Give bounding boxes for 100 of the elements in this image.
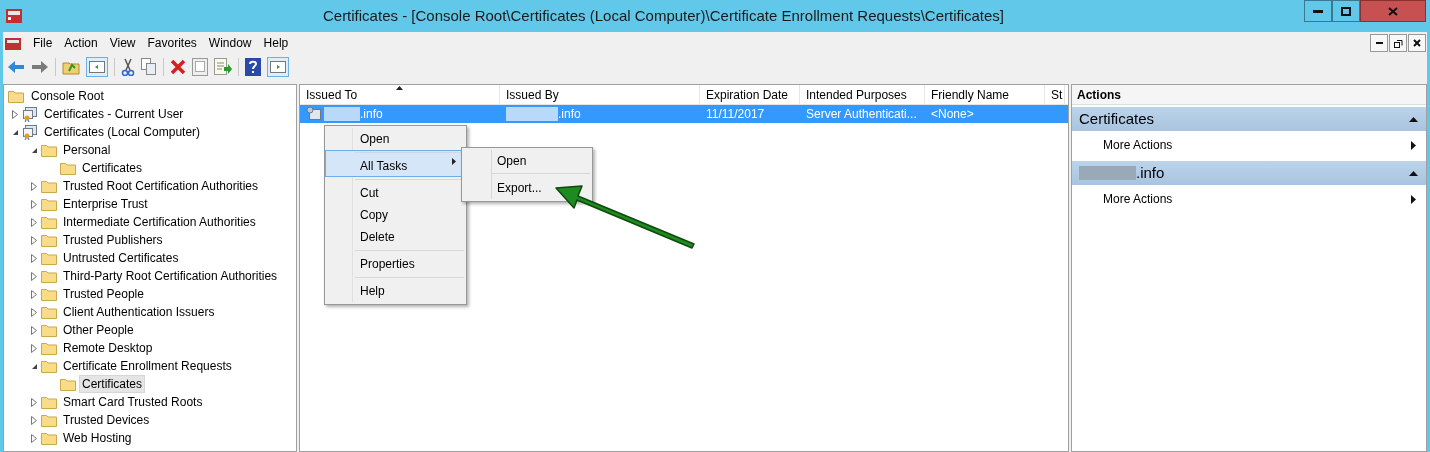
expand-arrow-icon[interactable] [31,325,37,335]
action-link[interactable]: More Actions [1103,190,1173,208]
expand-arrow-icon[interactable] [31,253,37,263]
console-icon[interactable] [5,35,21,51]
collapse-arrow-icon[interactable] [30,146,38,154]
tree-item[interactable]: Third-Party Root Certification Authorities [60,267,281,285]
expand-arrow-icon[interactable] [31,217,37,227]
submenu-arrow-icon [452,158,456,165]
close-icon [1388,6,1398,16]
scissors-icon[interactable] [121,58,135,76]
menu-option[interactable]: Help [325,275,466,302]
menu-item[interactable]: Favorites [141,34,203,52]
tree-item[interactable]: Certificates [79,159,146,177]
window-title: Certificates - [Console Root\Certificates (Local Computer)\Certificate Enrollment Requests\Certificates] [321,5,1006,26]
column-header[interactable]: Friendly Name [925,85,1045,104]
folder-icon [41,215,57,229]
redaction-block [1079,166,1136,180]
restore-button[interactable] [1389,34,1407,52]
expand-arrow-icon[interactable] [31,415,37,425]
folder-icon [60,161,76,175]
expand-arrow-icon[interactable] [31,343,37,353]
tree-item[interactable]: Smart Card Trusted Roots [60,393,206,411]
collapse-arrow-icon[interactable] [11,128,19,136]
copy-icon[interactable] [141,58,157,76]
export-list-icon[interactable] [214,58,232,76]
folder-icon [41,413,57,427]
tree-item[interactable]: Console Root [29,87,106,105]
menu-option[interactable]: Properties [325,248,466,275]
help-icon[interactable] [245,58,261,76]
expand-arrow-icon[interactable] [31,433,37,443]
folder-icon [41,395,57,409]
tree-item[interactable]: Trusted People [60,285,147,303]
menu-item[interactable]: Help [257,34,295,52]
forward-arrow-icon[interactable] [31,60,49,74]
folder-icon [41,431,57,445]
restore-icon [1393,38,1403,48]
tree-item[interactable]: Web Hosting [60,429,135,447]
tree-item[interactable]: Certificates [79,375,146,393]
maximize-button[interactable] [1332,0,1360,22]
column-header[interactable]: Intended Purposes [800,85,925,104]
column-header[interactable]: Issued To [300,85,500,104]
delete-icon[interactable] [170,59,186,75]
table-cell-text: .info [360,106,383,123]
folder-icon [41,251,57,265]
tree-item[interactable]: Certificates (Local Computer) [41,123,204,141]
column-header[interactable]: St [1045,85,1065,104]
folder-icon [41,197,57,211]
folder-icon [41,179,57,193]
tree-item[interactable]: Client Authentication Issuers [60,303,218,321]
tree-item[interactable]: Trusted Devices [60,411,153,429]
menu-item[interactable]: File [27,34,59,52]
properties-icon[interactable] [192,58,208,76]
tree-item[interactable]: Remote Desktop [60,339,156,357]
action-link[interactable]: More Actions [1103,136,1173,154]
show-action-pane-icon[interactable] [267,57,289,77]
minimize-icon [1313,9,1323,13]
expand-arrow-icon[interactable] [31,199,37,209]
expand-arrow-icon[interactable] [31,271,37,281]
expand-arrow-icon[interactable] [31,235,37,245]
tree-item[interactable]: Certificate Enrollment Requests [60,357,235,375]
column-header[interactable]: Issued By [500,85,700,104]
section-title: .info [1136,162,1165,183]
tree-item[interactable]: Trusted Publishers [60,231,166,249]
expand-arrow-icon[interactable] [12,109,18,119]
expand-arrow-icon[interactable] [31,181,37,191]
actions-header: Actions [1072,85,1426,105]
column-header[interactable]: Expiration Date [700,85,800,104]
menu-item[interactable]: View [103,34,142,52]
app-icon[interactable] [5,7,23,25]
tree-item[interactable]: Trusted Root Certification Authorities [60,177,261,195]
tree-item[interactable]: Other People [60,321,137,339]
table-cell-text: <None> [931,106,974,123]
menu-option[interactable]: Copy [325,204,466,226]
folder-icon [60,377,76,391]
expand-arrow-icon[interactable] [31,289,37,299]
tree-item[interactable]: Intermediate Certification Authorities [60,213,259,231]
expand-arrow-icon[interactable] [31,307,37,317]
menu-item[interactable]: Window [202,34,258,52]
sort-arrow-icon [395,86,403,90]
menu-option[interactable]: Delete [325,226,466,248]
minimize-button[interactable] [1370,34,1388,52]
table-cell-text: .info [558,106,581,123]
tree-item[interactable]: Enterprise Trust [60,195,151,213]
close-button[interactable] [1408,34,1426,52]
expand-arrow-icon[interactable] [31,397,37,407]
table-cell-text: 11/11/2017 [706,106,765,123]
minimize-button[interactable] [1304,0,1332,22]
back-arrow-icon[interactable] [7,60,25,74]
section-header[interactable]: Certificates [1072,107,1426,131]
tree-item[interactable]: Untrusted Certificates [60,249,182,267]
up-folder-icon[interactable] [62,59,80,75]
tree-item[interactable]: Personal [60,141,114,159]
collapse-arrow-icon[interactable] [30,362,38,370]
menu-item[interactable]: Action [58,34,104,52]
menu-option[interactable]: Open [325,128,466,150]
section-header[interactable]: .info [1072,161,1426,185]
tree-item[interactable]: Certificates - Current User [41,105,187,123]
show-tree-icon[interactable] [86,57,108,77]
close-icon [1413,39,1421,47]
table-cell-text: Server Authenticati... [806,106,917,123]
